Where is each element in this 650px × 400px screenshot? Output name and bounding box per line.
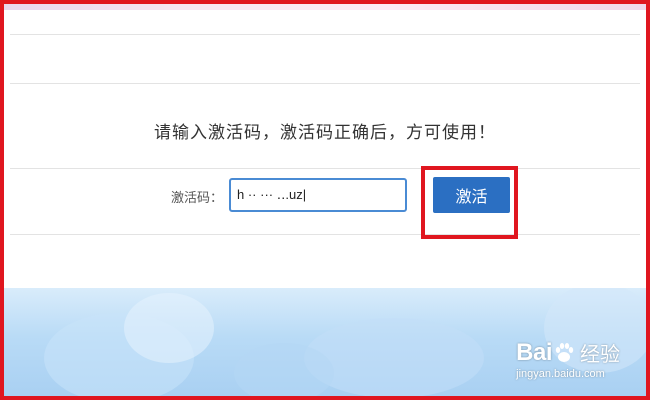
divider — [10, 234, 640, 235]
decorative-petal — [234, 343, 334, 396]
activate-button[interactable]: 激活 — [433, 177, 510, 213]
divider — [10, 34, 640, 35]
activation-code-input[interactable] — [229, 178, 407, 212]
top-banner — [4, 4, 646, 10]
activation-row: 激活码： — [0, 177, 650, 213]
divider — [10, 83, 640, 84]
baidu-jingyan-watermark: Bai 经验 jingyan.baidu.com — [516, 338, 620, 381]
decorative-petal — [304, 318, 484, 396]
watermark-url: jingyan.baidu.com — [516, 368, 605, 380]
baidu-paw-icon — [555, 342, 574, 362]
activation-message: 请输入激活码，激活码正确后，方可使用！ — [154, 123, 496, 143]
decorative-petal — [124, 293, 214, 363]
watermark-logo-text: Bai — [516, 338, 552, 366]
divider — [10, 168, 640, 169]
watermark-suffix: 经验 — [580, 342, 620, 366]
activation-code-label: 激活码： — [171, 191, 224, 206]
